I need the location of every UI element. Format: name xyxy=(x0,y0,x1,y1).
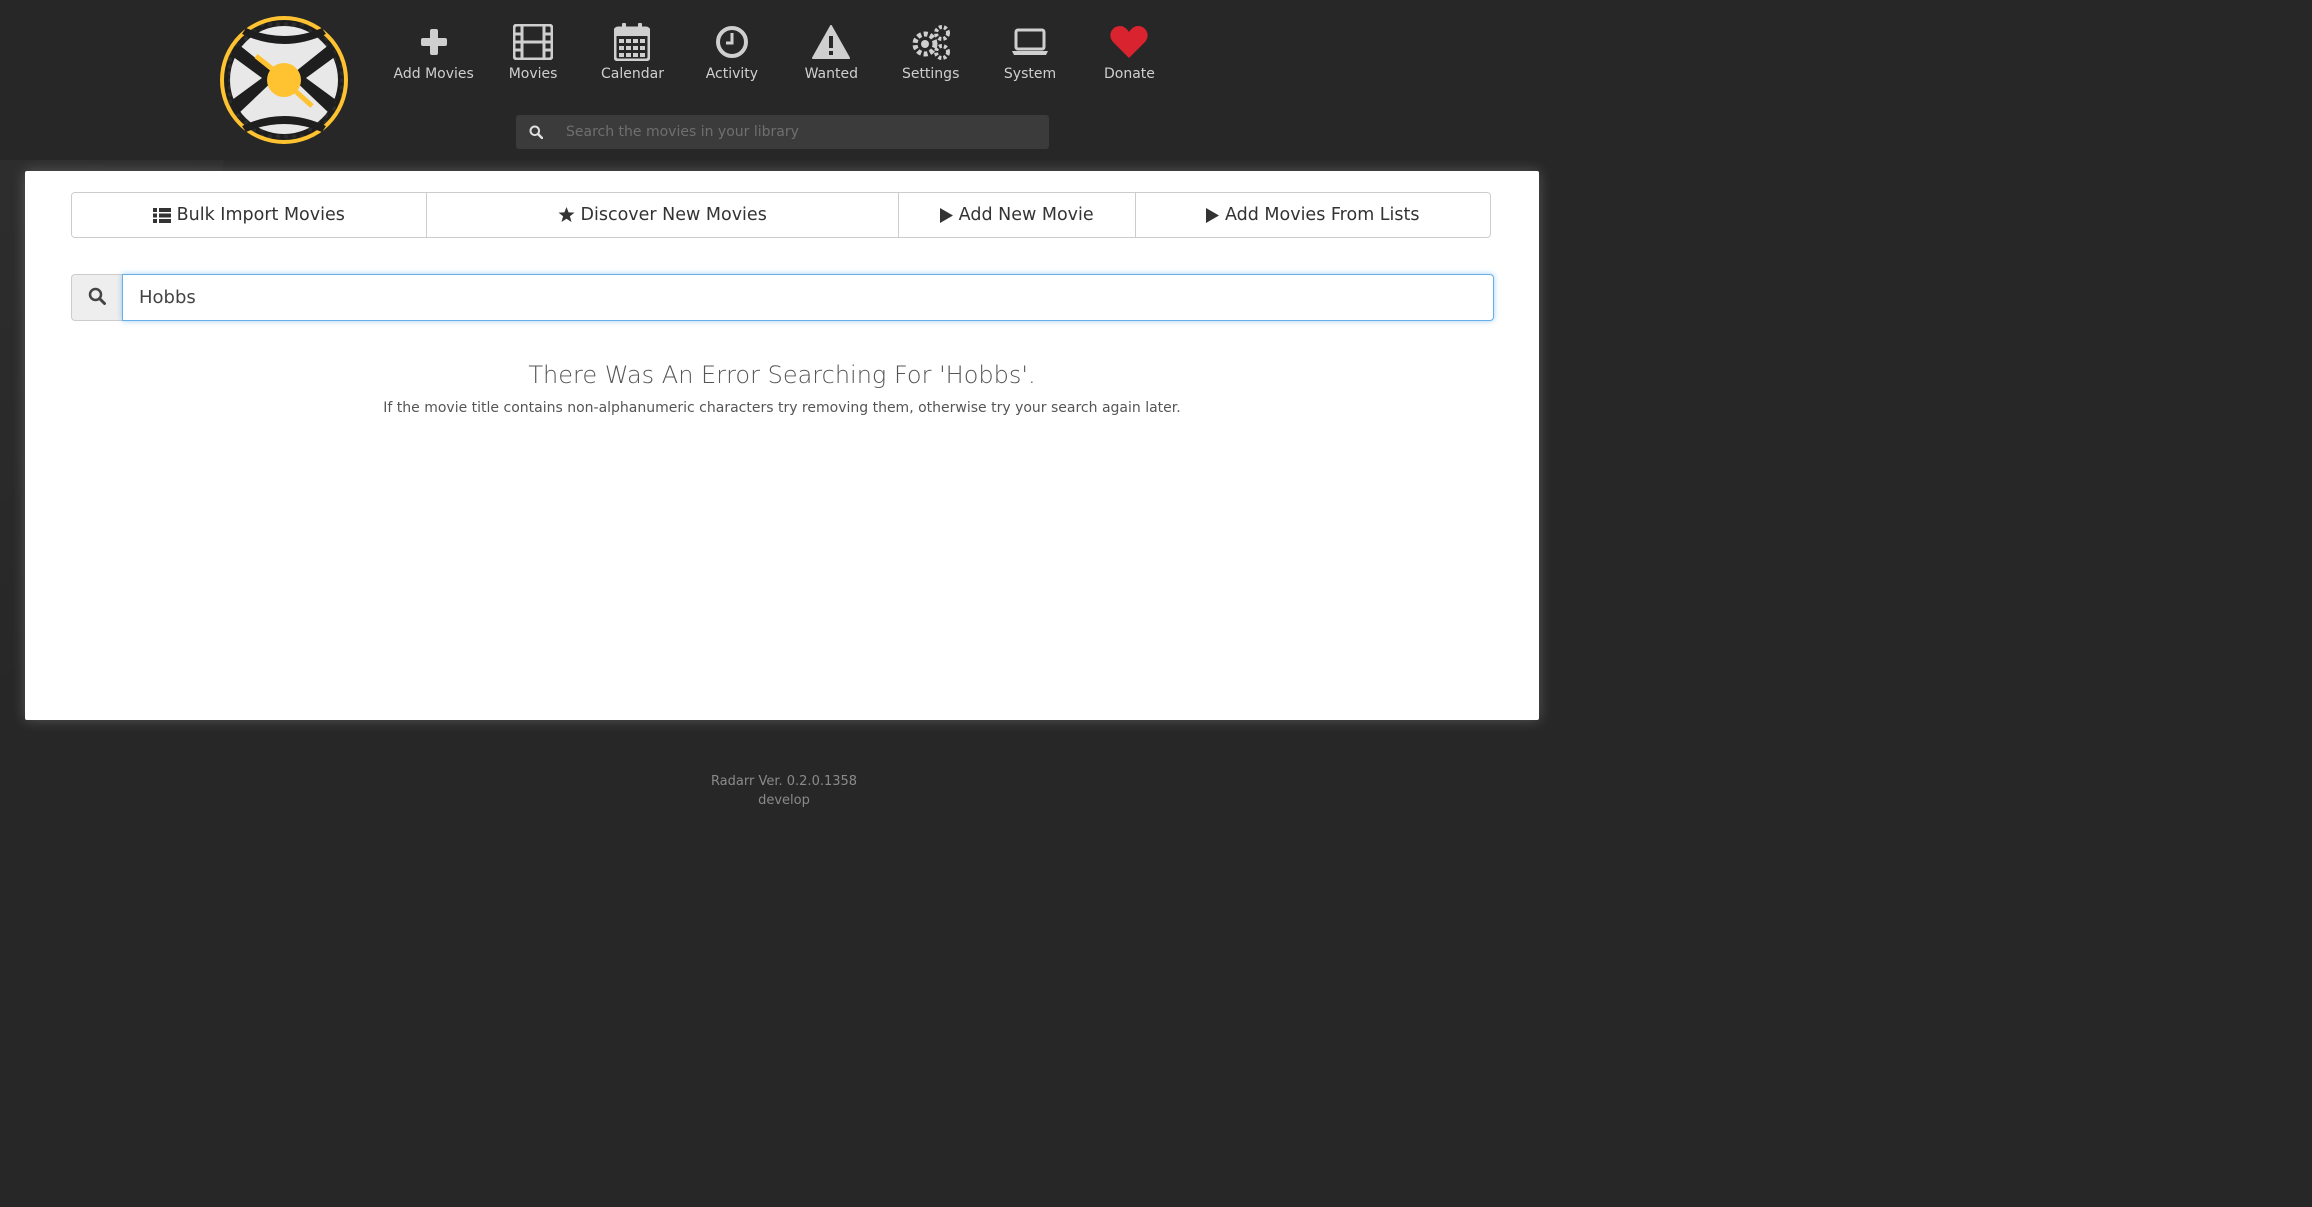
nav-donate[interactable]: Donate xyxy=(1080,22,1179,82)
nav-wanted[interactable]: Wanted xyxy=(782,22,881,82)
add-from-lists-button[interactable]: Add Movies From Lists xyxy=(1135,193,1490,237)
nav-system[interactable]: System xyxy=(980,22,1079,82)
plus-icon xyxy=(414,22,454,62)
list-icon xyxy=(152,207,171,223)
heart-icon xyxy=(1109,22,1149,62)
search-icon xyxy=(88,287,106,309)
add-movies-panel: Bulk Import Movies Discover New Movies A… xyxy=(25,171,1539,720)
bulk-import-button[interactable]: Bulk Import Movies xyxy=(72,193,427,237)
error-title: There Was An Error Searching For 'Hobbs'… xyxy=(528,361,1036,389)
main-nav: Add Movies Movies Calendar Activity Want… xyxy=(384,22,1179,82)
search-icon xyxy=(516,125,556,139)
nav-label: Donate xyxy=(1103,66,1155,82)
add-movies-button-group: Bulk Import Movies Discover New Movies A… xyxy=(71,192,1491,238)
film-icon xyxy=(513,22,554,62)
laptop-icon xyxy=(1010,22,1050,62)
radarr-logo[interactable] xyxy=(218,14,350,146)
search-addon xyxy=(71,274,122,321)
nav-add-movies[interactable]: Add Movies xyxy=(384,22,483,82)
nav-settings[interactable]: Settings xyxy=(881,22,980,82)
nav-label: System xyxy=(1003,66,1057,82)
star-icon xyxy=(558,207,575,223)
nav-label: Settings xyxy=(901,66,960,82)
movie-search xyxy=(71,274,1494,321)
bulk-import-label: Bulk Import Movies xyxy=(176,205,345,225)
discover-label: Discover New Movies xyxy=(580,205,767,225)
gears-icon xyxy=(911,22,951,62)
nav-label: Activity xyxy=(705,66,759,82)
nav-label: Calendar xyxy=(601,66,664,82)
version-text: Radarr Ver. 0.2.0.1358 xyxy=(710,774,858,789)
library-search xyxy=(516,115,1049,149)
add-from-lists-label: Add Movies From Lists xyxy=(1224,205,1420,225)
calendar-icon xyxy=(612,22,652,62)
footer: Radarr Ver. 0.2.0.1358 develop xyxy=(0,772,1568,810)
play-icon xyxy=(939,207,953,223)
nav-activity[interactable]: Activity xyxy=(682,22,781,82)
movie-search-input[interactable] xyxy=(122,274,1494,321)
nav-label: Add Movies xyxy=(393,66,474,82)
nav-label: Wanted xyxy=(804,66,858,82)
play-icon xyxy=(1205,207,1219,223)
clock-icon xyxy=(712,22,752,62)
nav-calendar[interactable]: Calendar xyxy=(583,22,682,82)
discover-button[interactable]: Discover New Movies xyxy=(426,193,899,237)
add-new-movie-label: Add New Movie xyxy=(958,205,1094,225)
warning-icon xyxy=(811,22,851,62)
branch-text: develop xyxy=(758,793,810,808)
nav-label: Movies xyxy=(508,66,558,82)
error-message: If the movie title contains non-alphanum… xyxy=(383,400,1181,416)
nav-movies[interactable]: Movies xyxy=(483,22,582,82)
add-new-movie-button[interactable]: Add New Movie xyxy=(898,193,1136,237)
library-search-input[interactable] xyxy=(556,124,1049,140)
